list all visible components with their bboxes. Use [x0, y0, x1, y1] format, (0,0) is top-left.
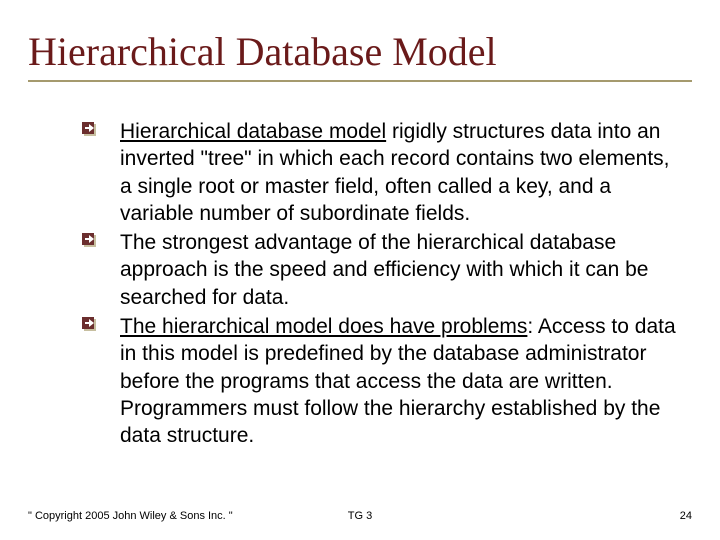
slide: Hierarchical Database Model Hierarchical…: [0, 0, 720, 540]
list-item: The strongest advantage of the hierarchi…: [82, 229, 680, 311]
list-item: The hierarchical model does have problem…: [82, 313, 680, 449]
arrow-bullet-icon: [82, 317, 98, 333]
title-underline: [28, 80, 692, 82]
slide-title: Hierarchical Database Model: [28, 28, 497, 75]
bullet-lead: Hierarchical database model: [120, 120, 386, 143]
footer-page-number: 24: [680, 510, 692, 522]
footer-section: TG 3: [348, 510, 372, 522]
arrow-bullet-icon: [82, 122, 98, 138]
bullet-text: The strongest advantage of the hierarchi…: [120, 231, 648, 309]
arrow-bullet-icon: [82, 233, 98, 249]
bullet-lead: The hierarchical model does have problem…: [120, 315, 527, 338]
footer-copyright: " Copyright 2005 John Wiley & Sons Inc. …: [28, 510, 233, 522]
bullet-list: Hierarchical database model rigidly stru…: [82, 118, 680, 452]
list-item: Hierarchical database model rigidly stru…: [82, 118, 680, 227]
